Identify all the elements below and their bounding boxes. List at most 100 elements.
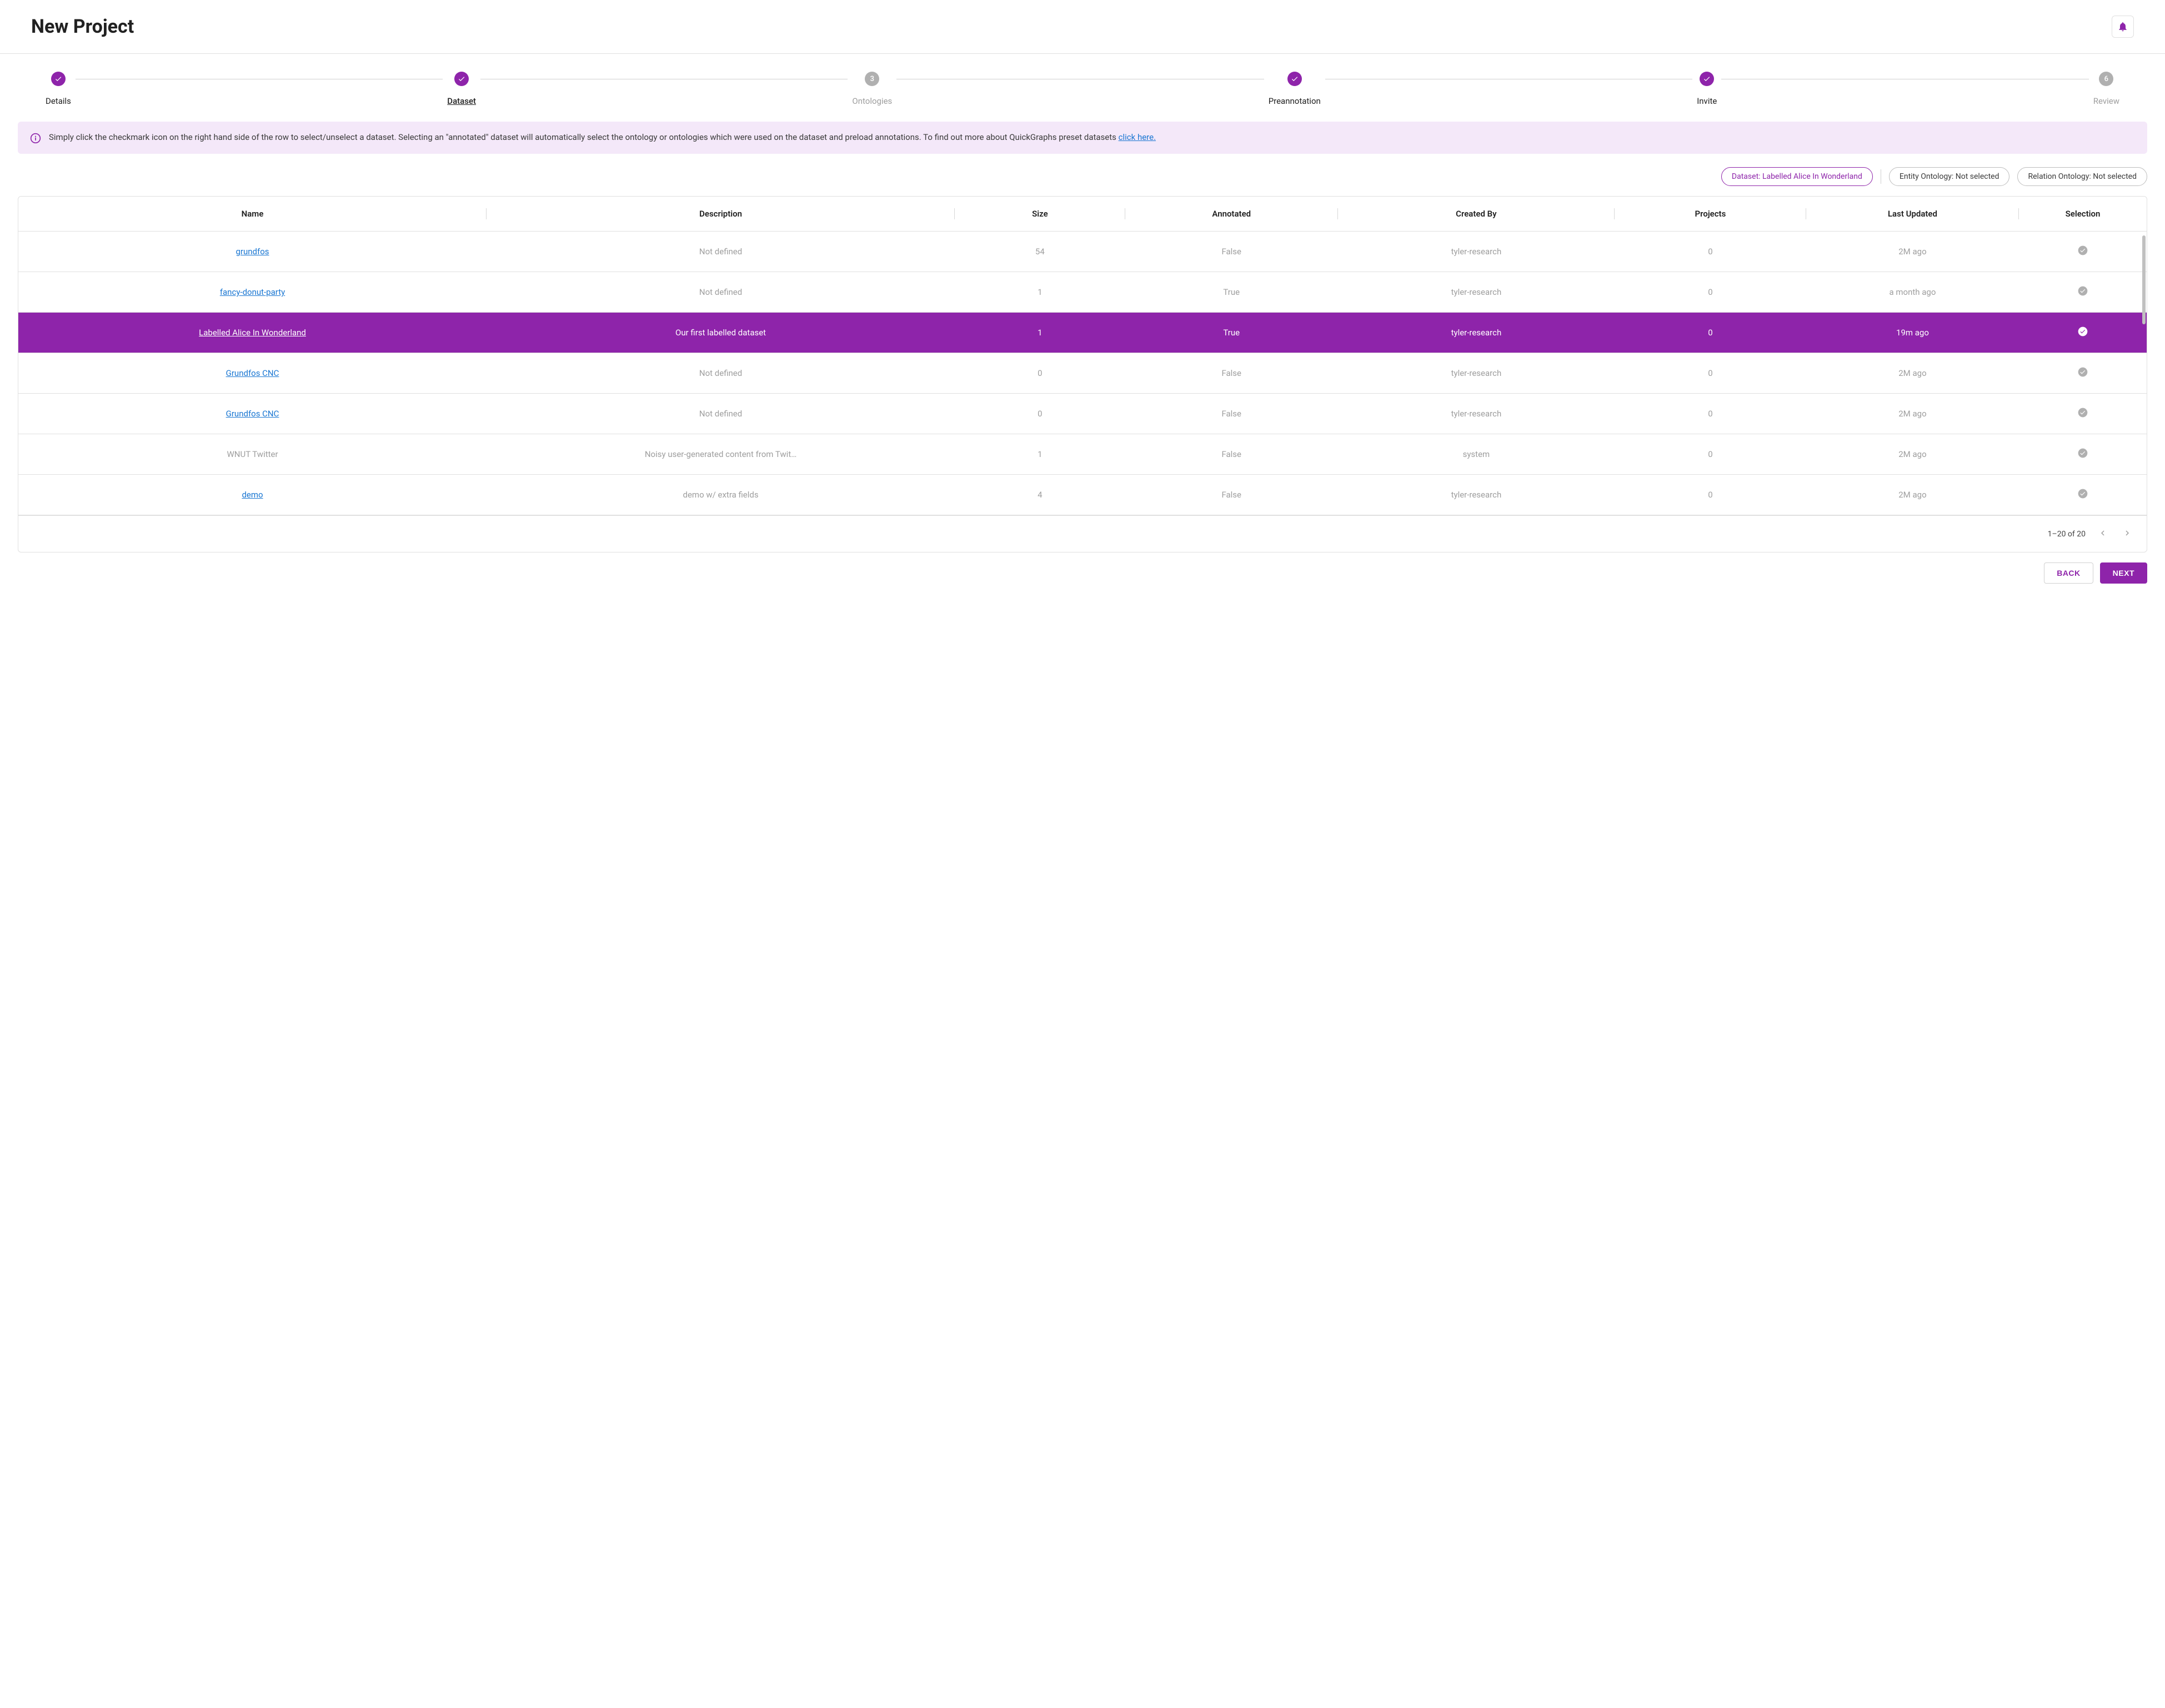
column-header-description[interactable]: Description	[487, 197, 955, 232]
stepper: Details Dataset 3Ontologies Preannotation In…	[18, 72, 2147, 106]
cell-name: Grundfos CNC	[18, 394, 487, 434]
cell-annotated: False	[1125, 232, 1338, 272]
step-ontologies[interactable]: 3Ontologies	[852, 72, 892, 106]
cell-projects: 0	[1615, 272, 1806, 313]
step-label: Dataset	[447, 96, 476, 106]
next-page-button[interactable]	[2120, 526, 2134, 542]
checkmark-icon	[454, 72, 469, 86]
step-label: Review	[2093, 96, 2119, 106]
cell-created-by: tyler-research	[1338, 232, 1615, 272]
cell-annotated: False	[1125, 353, 1338, 394]
cell-description: Not defined	[487, 232, 955, 272]
step-review[interactable]: 6Review	[2093, 72, 2119, 106]
column-header-projects[interactable]: Projects	[1615, 197, 1806, 232]
step-label: Preannotation	[1269, 96, 1321, 106]
cell-size: 54	[955, 232, 1125, 272]
footer-buttons: BACK NEXT	[18, 562, 2147, 584]
cell-description: Not defined	[487, 394, 955, 434]
dataset-link[interactable]: grundfos	[236, 247, 269, 257]
cell-last-updated: 2M ago	[1806, 232, 2019, 272]
page-title: New Project	[31, 16, 134, 38]
selection-toggle[interactable]	[2019, 475, 2147, 515]
check-circle-icon	[2077, 451, 2088, 461]
checkmark-icon	[1700, 72, 1714, 86]
column-header-name[interactable]: Name	[18, 197, 487, 232]
cell-annotated: True	[1125, 272, 1338, 313]
cell-last-updated: 2M ago	[1806, 434, 2019, 475]
dataset-table: NameDescriptionSizeAnnotatedCreated ByPr…	[18, 197, 2147, 515]
column-header-size[interactable]: Size	[955, 197, 1125, 232]
cell-size: 4	[955, 475, 1125, 515]
selection-toggle[interactable]	[2019, 394, 2147, 434]
check-circle-icon	[2077, 329, 2088, 339]
cell-last-updated: 19m ago	[1806, 313, 2019, 353]
cell-name: fancy-donut-party	[18, 272, 487, 313]
chip-entity-ontology[interactable]: Entity Ontology: Not selected	[1889, 167, 2010, 186]
cell-annotated: True	[1125, 313, 1338, 353]
cell-annotated: False	[1125, 394, 1338, 434]
selection-toggle[interactable]	[2019, 313, 2147, 353]
cell-projects: 0	[1615, 434, 1806, 475]
step-preannotation[interactable]: Preannotation	[1269, 72, 1321, 106]
selection-toggle[interactable]	[2019, 232, 2147, 272]
table-row[interactable]: demo demo w/ extra fields4Falsetyler-rese…	[18, 475, 2147, 515]
chip-relation-ontology[interactable]: Relation Ontology: Not selected	[2017, 167, 2147, 186]
table-row[interactable]: fancy-donut-partyNot defined1Truetyler-r…	[18, 272, 2147, 313]
cell-name: WNUT Twitter	[18, 434, 487, 475]
column-header-created-by[interactable]: Created By	[1338, 197, 1615, 232]
dataset-link[interactable]: fancy-donut-party	[220, 287, 285, 297]
selection-toggle[interactable]	[2019, 353, 2147, 394]
info-text: Simply click the checkmark icon on the r…	[49, 132, 1156, 143]
chevron-left-icon	[2098, 528, 2108, 538]
cell-created-by: system	[1338, 434, 1615, 475]
dataset-link[interactable]: demo	[242, 490, 263, 500]
scrollbar[interactable]	[2142, 235, 2146, 324]
step-label: Ontologies	[852, 96, 892, 106]
check-circle-icon	[2077, 289, 2088, 299]
next-button[interactable]: NEXT	[2100, 562, 2147, 584]
cell-created-by: tyler-research	[1338, 313, 1615, 353]
pagination: 1–20 of 20	[18, 515, 2147, 552]
step-label: Details	[46, 96, 71, 106]
check-circle-icon	[2077, 491, 2088, 501]
dataset-name[interactable]: Labelled Alice In Wonderland	[199, 328, 306, 338]
dataset-link[interactable]: Grundfos CNC	[226, 409, 279, 419]
step-invite[interactable]: Invite	[1697, 72, 1717, 106]
back-button[interactable]: BACK	[2044, 562, 2093, 584]
selection-toggle[interactable]	[2019, 434, 2147, 475]
column-header-last-updated[interactable]: Last Updated	[1806, 197, 2019, 232]
cell-annotated: False	[1125, 475, 1338, 515]
column-header-annotated[interactable]: Annotated	[1125, 197, 1338, 232]
check-circle-icon	[2077, 370, 2088, 380]
info-text-body: Simply click the checkmark icon on the r…	[49, 132, 1119, 142]
check-circle-icon	[2077, 410, 2088, 420]
bell-icon	[2117, 21, 2128, 32]
cell-projects: 0	[1615, 353, 1806, 394]
cell-created-by: tyler-research	[1338, 272, 1615, 313]
info-link[interactable]: click here.	[1119, 132, 1156, 142]
table-row[interactable]: Labelled Alice In WonderlandOur first la…	[18, 313, 2147, 353]
notifications-button[interactable]	[2112, 16, 2134, 38]
cell-description: demo w/ extra fields	[487, 475, 955, 515]
step-details[interactable]: Details	[46, 72, 71, 106]
step-dataset[interactable]: Dataset	[447, 72, 476, 106]
table-row[interactable]: grundfos Not defined54Falsetyler-research…	[18, 232, 2147, 272]
prev-page-button[interactable]	[2096, 526, 2110, 542]
table-row[interactable]: WNUT TwitterNoisy user-generated content…	[18, 434, 2147, 475]
dataset-link[interactable]: Grundfos CNC	[226, 368, 279, 378]
chips-row: Dataset: Labelled Alice In Wonderland En…	[18, 167, 2147, 186]
table-row[interactable]: Grundfos CNCNot defined0Falsetyler-resea…	[18, 394, 2147, 434]
checkmark-icon	[1287, 72, 1302, 86]
table-row[interactable]: Grundfos CNCNot defined0Falsetyler-resea…	[18, 353, 2147, 394]
dataset-table-container: NameDescriptionSizeAnnotatedCreated ByPr…	[18, 196, 2147, 552]
cell-annotated: False	[1125, 434, 1338, 475]
info-banner: Simply click the checkmark icon on the r…	[18, 122, 2147, 154]
cell-size: 1	[955, 272, 1125, 313]
chip-dataset[interactable]: Dataset: Labelled Alice In Wonderland	[1721, 167, 1873, 186]
selection-toggle[interactable]	[2019, 272, 2147, 313]
cell-created-by: tyler-research	[1338, 475, 1615, 515]
step-label: Invite	[1697, 96, 1717, 106]
cell-description: Not defined	[487, 353, 955, 394]
column-header-selection[interactable]: Selection	[2019, 197, 2147, 232]
header: New Project	[0, 0, 2165, 54]
